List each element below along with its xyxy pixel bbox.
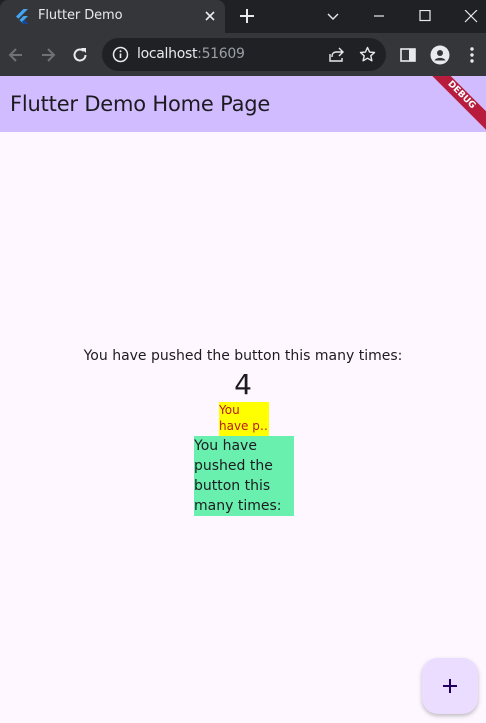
tab-search-icon[interactable] — [313, 0, 353, 33]
add-icon — [443, 679, 457, 693]
browser-toolbar: localhost:51609 — [0, 33, 486, 76]
url-text: localhost:51609 — [137, 46, 245, 62]
close-tab-icon[interactable] — [202, 8, 218, 24]
tab-strip: Flutter Demo — [0, 0, 486, 33]
app-bar: Flutter Demo Home Page — [0, 76, 486, 132]
bookmark-star-icon[interactable] — [359, 46, 376, 63]
page-viewport: Flutter Demo Home Page DEBUG You have pu… — [0, 76, 486, 723]
profile-avatar-icon[interactable] — [429, 44, 451, 66]
flutter-logo-icon — [16, 9, 28, 24]
menu-kebab-icon[interactable] — [461, 44, 483, 66]
close-window-icon[interactable] — [451, 0, 486, 33]
green-text-box: You have pushed the button this many tim… — [194, 436, 294, 516]
app-title: Flutter Demo Home Page — [10, 92, 271, 116]
back-icon[interactable] — [5, 44, 27, 66]
new-tab-icon[interactable] — [237, 6, 257, 26]
yellow-text-box: You have p… — [219, 402, 269, 436]
url-port: :51609 — [197, 46, 245, 62]
forward-icon[interactable] — [37, 44, 59, 66]
address-bar[interactable]: localhost:51609 — [102, 38, 386, 71]
yellow-text-line-2: have p… — [219, 419, 269, 433]
counter-value: 4 — [234, 368, 252, 401]
yellow-text-line-1: You — [219, 403, 240, 417]
counter-label: You have pushed the button this many tim… — [83, 348, 403, 364]
maximize-icon[interactable] — [405, 0, 445, 33]
minimize-icon[interactable] — [359, 0, 399, 33]
browser-tab[interactable]: Flutter Demo — [0, 0, 225, 33]
increment-fab-button[interactable] — [422, 658, 478, 714]
share-icon[interactable] — [328, 46, 345, 63]
url-host: localhost — [137, 46, 198, 62]
tab-title: Flutter Demo — [38, 8, 123, 23]
side-panel-icon[interactable] — [397, 44, 419, 66]
site-info-icon[interactable] — [112, 46, 129, 63]
reload-icon[interactable] — [69, 44, 91, 66]
